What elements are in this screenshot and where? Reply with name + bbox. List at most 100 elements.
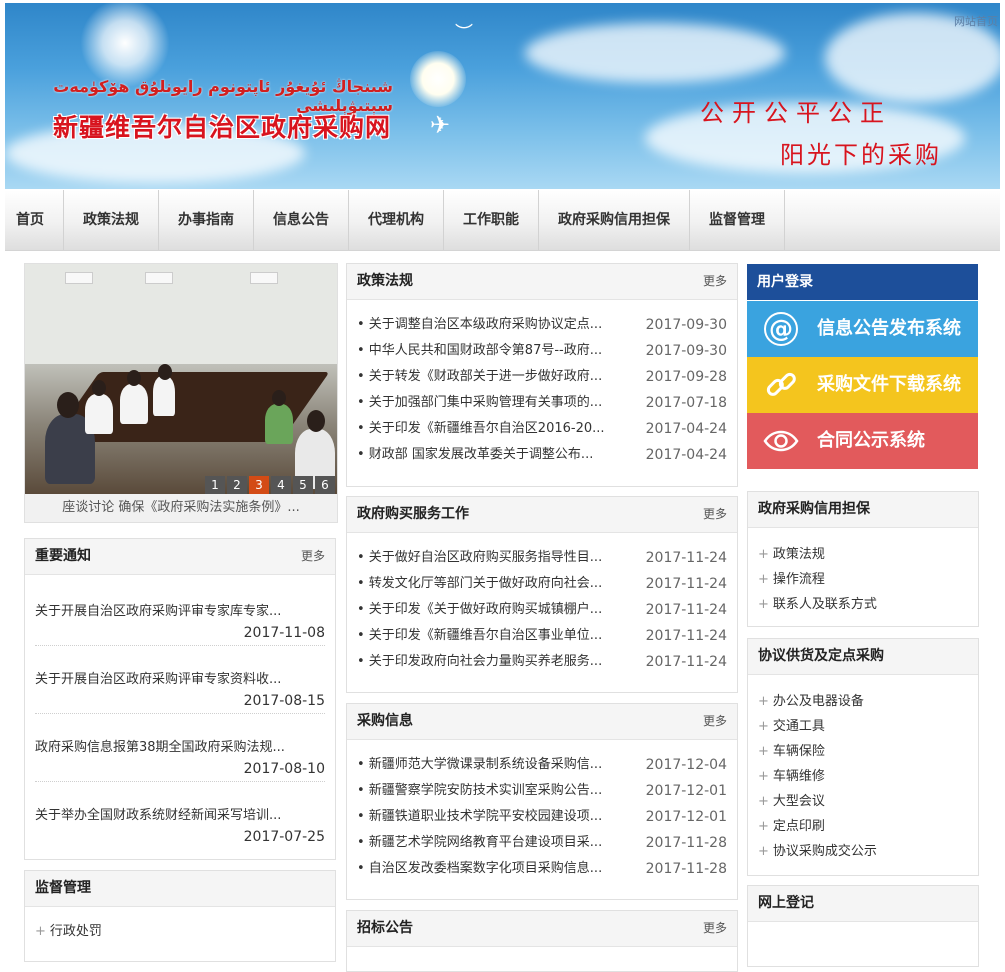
notice-date: 2017-08-10 <box>243 761 325 777</box>
nav-home[interactable]: 首页 <box>5 190 64 250</box>
slider-page-3[interactable]: 3 <box>249 476 269 494</box>
nav-credit-guarantee[interactable]: 政府采购信用担保 <box>539 190 690 250</box>
more-link[interactable]: 更多 <box>703 497 727 532</box>
more-link[interactable]: 更多 <box>301 539 325 574</box>
nav-announcements[interactable]: 信息公告 <box>254 190 349 250</box>
news-title: • 自治区发改委档案数字化项目采购信息... <box>357 861 603 876</box>
list-item[interactable]: 政府采购信息报第38期全国政府采购法规... 2017-08-10 <box>35 714 325 782</box>
file-download-system-button[interactable]: 采购文件下载系统 <box>747 357 978 413</box>
list-item[interactable]: • 关于印发政府向社会力量购买养老服务... 2017-11-24 <box>357 649 727 675</box>
notice-title: 关于举办全国财政系统财经新闻采写培训... <box>35 808 282 823</box>
eye-icon <box>763 430 799 452</box>
info-publish-system-button[interactable]: @ 信息公告发布系统 <box>747 301 978 357</box>
news-title: • 关于印发《新疆维吾尔自治区2016-20... <box>357 421 605 436</box>
news-date: 2017-12-01 <box>645 809 727 825</box>
seagull-icon: ✈ <box>430 111 451 139</box>
notice-title: 政府采购信息报第38期全国政府采购法规... <box>35 740 285 755</box>
home-link[interactable]: 网站首页 <box>954 13 998 29</box>
slider-page-6[interactable]: 6 <box>315 476 335 494</box>
panel-title: 政策法规 <box>357 273 413 289</box>
side-list-item[interactable]: + 大型会议 <box>758 789 968 814</box>
slider-page-2[interactable]: 2 <box>227 476 247 494</box>
slider-page-1[interactable]: 1 <box>205 476 225 494</box>
list-item[interactable]: • 转发文化厅等部门关于做好政府向社会... 2017-11-24 <box>357 571 727 597</box>
side-list-item[interactable]: + 办公及电器设备 <box>758 689 968 714</box>
side-list-item[interactable]: + 联系人及联系方式 <box>758 592 968 617</box>
news-date: 2017-07-18 <box>645 395 727 411</box>
slider-caption[interactable]: 座谈讨论 确保《政府采购法实施条例》... <box>25 494 337 522</box>
news-date: 2017-09-30 <box>645 317 727 333</box>
contract-publicity-system-button[interactable]: 合同公示系统 <box>747 413 978 469</box>
list-item[interactable]: • 新疆艺术学院网络教育平台建设项目采... 2017-11-28 <box>357 830 727 856</box>
side-list-item[interactable]: + 行政处罚 <box>35 919 325 944</box>
list-item[interactable]: • 关于调整自治区本级政府采购协议定点... 2017-09-30 <box>357 312 727 338</box>
side-list-item[interactable]: + 协议采购成交公示 <box>758 839 968 864</box>
news-title: • 关于印发《新疆维吾尔自治区事业单位... <box>357 628 603 643</box>
system-label: 采购文件下载系统 <box>817 374 961 395</box>
news-date: 2017-11-24 <box>645 602 727 618</box>
system-label: 合同公示系统 <box>817 430 925 451</box>
nav-guide[interactable]: 办事指南 <box>159 190 254 250</box>
news-date: 2017-09-28 <box>645 369 727 385</box>
plus-icon: + <box>758 769 769 784</box>
agreement-supply-panel: 协议供货及定点采购 + 办公及电器设备 + 交通工具 + 车辆保险 + 车辆维修 + 大型… <box>747 638 979 876</box>
panel-title: 重要通知 <box>35 548 91 564</box>
list-item[interactable]: • 新疆铁道职业技术学院平安校园建设项... 2017-12-01 <box>357 804 727 830</box>
plus-icon: + <box>758 572 769 587</box>
panel-title: 网上登记 <box>758 895 814 911</box>
side-list-item[interactable]: + 定点印刷 <box>758 814 968 839</box>
list-item[interactable]: 关于开展自治区政府采购评审专家资料收... 2017-08-15 <box>35 646 325 714</box>
list-item[interactable]: • 自治区发改委档案数字化项目采购信息... 2017-11-28 <box>357 856 727 882</box>
news-title: • 转发文化厅等部门关于做好政府向社会... <box>357 576 603 591</box>
news-date: 2017-11-24 <box>645 576 727 592</box>
plus-icon: + <box>758 597 769 612</box>
news-title: • 关于印发《关于做好政府购买城镇棚户... <box>357 602 603 617</box>
side-list-item[interactable]: + 操作流程 <box>758 567 968 592</box>
slider-page-5[interactable]: 5 <box>293 476 313 494</box>
news-date: 2017-12-04 <box>645 757 727 773</box>
more-link[interactable]: 更多 <box>703 264 727 299</box>
nav-supervision[interactable]: 监督管理 <box>690 190 785 250</box>
list-item[interactable]: • 关于印发《关于做好政府购买城镇棚户... 2017-11-24 <box>357 597 727 623</box>
slogan-line-1: 公开公平公正 <box>700 99 892 127</box>
list-item[interactable]: • 中华人民共和国财政部令第87号--政府... 2017-09-30 <box>357 338 727 364</box>
photo-slider: 1 2 3 4 5 6 座谈讨论 确保《政府采购法实施条例》... <box>24 263 338 523</box>
list-item[interactable]: • 关于加强部门集中采购管理有关事项的... 2017-07-18 <box>357 390 727 416</box>
list-item[interactable]: 关于开展自治区政府采购评审专家库专家... 2017-11-08 <box>35 575 325 646</box>
plus-icon: + <box>758 719 769 734</box>
meeting-photo[interactable]: 1 2 3 4 5 6 <box>25 264 337 494</box>
plus-icon: + <box>758 819 769 834</box>
news-title: • 中华人民共和国财政部令第87号--政府... <box>357 343 603 358</box>
side-list-item[interactable]: + 车辆保险 <box>758 739 968 764</box>
slider-page-4[interactable]: 4 <box>271 476 291 494</box>
notice-title: 关于开展自治区政府采购评审专家资料收... <box>35 672 282 687</box>
plus-icon: + <box>758 844 769 859</box>
list-item[interactable]: • 关于印发《新疆维吾尔自治区事业单位... 2017-11-24 <box>357 623 727 649</box>
sun-image <box>410 51 466 107</box>
nav-policy[interactable]: 政策法规 <box>64 190 159 250</box>
news-title: • 关于转发《财政部关于进一步做好政府... <box>357 369 603 384</box>
list-item[interactable]: 关于举办全国财政系统财经新闻采写培训... 2017-07-25 <box>35 782 325 849</box>
news-date: 2017-11-24 <box>645 654 727 670</box>
nav-functions[interactable]: 工作职能 <box>444 190 539 250</box>
news-date: 2017-11-28 <box>645 835 727 851</box>
side-list-item[interactable]: + 交通工具 <box>758 714 968 739</box>
list-item[interactable]: • 关于转发《财政部关于进一步做好政府... 2017-09-28 <box>357 364 727 390</box>
header-banner: ︶ ✈ شىنجاڭ ئۇيغۇر ئاپتونوم رايونلۇق ھۆكۈ… <box>5 3 1000 189</box>
list-item[interactable]: • 新疆警察学院安防技术实训室采购公告... 2017-12-01 <box>357 778 727 804</box>
credit-guarantee-panel: 政府采购信用担保 + 政策法规 + 操作流程 + 联系人及联系方式 <box>747 491 979 627</box>
nav-agencies[interactable]: 代理机构 <box>349 190 444 250</box>
news-title: • 关于印发政府向社会力量购买养老服务... <box>357 654 603 669</box>
list-item[interactable]: • 新疆师范大学微课录制系统设备采购信... 2017-12-04 <box>357 752 727 778</box>
more-link[interactable]: 更多 <box>703 911 727 946</box>
news-date: 2017-11-28 <box>645 861 727 877</box>
panel-title: 采购信息 <box>357 713 413 729</box>
side-item-label: 交通工具 <box>772 719 825 734</box>
side-list-item[interactable]: + 车辆维修 <box>758 764 968 789</box>
more-link[interactable]: 更多 <box>703 704 727 739</box>
user-login-header: 用户登录 <box>747 264 978 300</box>
side-list-item[interactable]: + 政策法规 <box>758 542 968 567</box>
list-item[interactable]: • 关于印发《新疆维吾尔自治区2016-20... 2017-04-24 <box>357 416 727 442</box>
list-item[interactable]: • 财政部 国家发展改革委关于调整公布... 2017-04-24 <box>357 442 727 468</box>
list-item[interactable]: • 关于做好自治区政府购买服务指导性目... 2017-11-24 <box>357 545 727 571</box>
